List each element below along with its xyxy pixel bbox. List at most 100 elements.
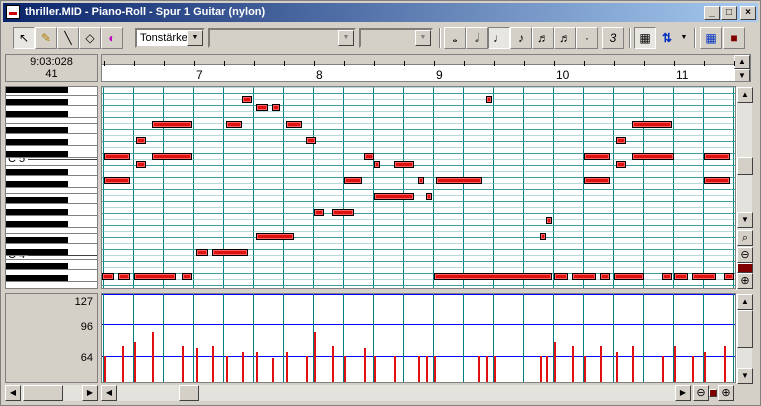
midi-note[interactable] — [314, 209, 324, 216]
midi-note[interactable] — [256, 104, 268, 111]
scroll-up-icon[interactable]: ▲ — [737, 294, 753, 310]
midi-note[interactable] — [152, 121, 192, 128]
midi-note[interactable] — [306, 137, 316, 144]
midi-note[interactable] — [692, 273, 716, 280]
select-tool-button[interactable]: ↖ — [13, 27, 35, 49]
midi-note[interactable] — [394, 161, 414, 168]
velocity-bar[interactable] — [332, 346, 334, 382]
midi-note[interactable] — [704, 153, 730, 160]
velocity-bar[interactable] — [724, 346, 726, 382]
scroll-thumb[interactable] — [23, 385, 63, 401]
zoom-in-icon[interactable]: ⊕ — [737, 273, 753, 289]
speaker-tool-button[interactable]: ◐ — [101, 27, 123, 49]
whole-note-button[interactable]: 𝅝 — [444, 27, 466, 49]
midi-note[interactable] — [182, 273, 192, 280]
velocity-bar[interactable] — [242, 352, 244, 382]
midi-note[interactable] — [674, 273, 688, 280]
midi-note[interactable] — [632, 153, 674, 160]
midi-note[interactable] — [572, 273, 596, 280]
record-button[interactable]: ■ — [723, 27, 745, 49]
velocity-bar[interactable] — [674, 346, 676, 382]
velocity-bar[interactable] — [418, 356, 420, 382]
velocity-bar[interactable] — [632, 346, 634, 382]
roll-vertical-scrollbar[interactable]: ▲ ▼ ⌕ ⊖ ⊕ — [736, 87, 753, 290]
scroll-up-icon[interactable]: ▲ — [734, 55, 750, 69]
scroll-thumb[interactable] — [737, 157, 753, 175]
color-swatch-icon[interactable] — [709, 389, 717, 397]
midi-note[interactable] — [104, 153, 130, 160]
midi-note[interactable] — [540, 233, 546, 240]
velocity-bar[interactable] — [314, 332, 316, 382]
zoom-icon[interactable]: ⌕ — [737, 230, 753, 246]
velocity-bar[interactable] — [182, 346, 184, 382]
snap-button[interactable]: ⇅ — [656, 27, 678, 49]
velocity-bar[interactable] — [616, 352, 618, 382]
midi-note[interactable] — [364, 153, 374, 160]
midi-note[interactable] — [332, 209, 354, 216]
velocity-bar[interactable] — [426, 356, 428, 382]
midi-note[interactable] — [196, 249, 208, 256]
minimize-button[interactable]: _ — [704, 6, 720, 20]
velocity-bar[interactable] — [134, 342, 136, 382]
velocity-bar[interactable] — [584, 356, 586, 382]
pencil-tool-button[interactable]: ✎ — [35, 27, 57, 49]
midi-note[interactable] — [152, 153, 192, 160]
velocity-bar[interactable] — [374, 356, 376, 382]
velocity-vertical-scrollbar[interactable]: ▲ ▼ — [736, 294, 753, 384]
velocity-bar[interactable] — [692, 356, 694, 382]
title-bar[interactable]: thriller.MID - Piano-Roll - Spur 1 Guita… — [3, 3, 758, 22]
velocity-bar[interactable] — [394, 356, 396, 382]
scroll-right-icon[interactable]: ▶ — [82, 385, 98, 401]
line-tool-button[interactable]: ╲ — [57, 27, 79, 49]
half-note-button[interactable]: 𝅗𝅥 — [466, 27, 488, 49]
color-swatch-icon[interactable] — [737, 263, 753, 273]
midi-note[interactable] — [242, 96, 252, 103]
grid-button[interactable]: ▦ — [634, 27, 656, 49]
velocity-bar[interactable] — [196, 348, 198, 382]
piano-keyboard[interactable]: C 5 C 4 — [5, 86, 98, 289]
scroll-left-icon[interactable]: ◀ — [5, 385, 21, 401]
midi-note[interactable] — [436, 177, 482, 184]
midi-note[interactable] — [554, 273, 568, 280]
midi-note[interactable] — [600, 273, 610, 280]
horizontal-scrollbar[interactable]: ◀ ▶ — [101, 385, 691, 401]
midi-note[interactable] — [226, 121, 242, 128]
scroll-right-icon[interactable]: ▶ — [675, 385, 691, 401]
app-icon[interactable] — [6, 5, 20, 19]
velocity-bar[interactable] — [306, 356, 308, 382]
midi-note[interactable] — [704, 177, 730, 184]
scroll-left-icon[interactable]: ◀ — [101, 385, 117, 401]
snap-dropdown-button[interactable]: ▼ — [678, 27, 690, 49]
velocity-bar[interactable] — [554, 342, 556, 382]
quarter-note-button[interactable]: ♩ — [488, 27, 510, 49]
velocity-bar[interactable] — [286, 352, 288, 382]
controller-select[interactable]: Tonstärke ▼ — [135, 28, 205, 48]
midi-note[interactable] — [546, 217, 552, 224]
note-grid[interactable] — [101, 86, 736, 289]
velocity-bar[interactable] — [572, 346, 574, 382]
ruler-scrollbar[interactable]: ▲ ▼ — [734, 55, 750, 81]
black-key[interactable] — [6, 87, 68, 93]
midi-note[interactable] — [136, 161, 146, 168]
midi-note[interactable] — [102, 273, 114, 280]
velocity-bar[interactable] — [662, 356, 664, 382]
midi-note[interactable] — [212, 249, 248, 256]
midi-note[interactable] — [434, 273, 552, 280]
velocity-bar[interactable] — [344, 356, 346, 382]
scroll-thumb[interactable] — [737, 310, 753, 348]
zoom-in-icon[interactable]: ⊕ — [718, 385, 734, 401]
midi-note[interactable] — [374, 161, 380, 168]
midi-note[interactable] — [486, 96, 492, 103]
scroll-down-icon[interactable]: ▼ — [734, 69, 750, 81]
eighth-note-button[interactable]: ♪ — [510, 27, 532, 49]
velocity-bar[interactable] — [600, 346, 602, 382]
combo-2[interactable]: ▼ — [208, 28, 356, 48]
scroll-thumb[interactable] — [179, 385, 199, 401]
velocity-bar[interactable] — [546, 356, 548, 382]
triplet-button[interactable]: 3 — [602, 27, 624, 49]
maximize-button[interactable]: □ — [721, 6, 737, 20]
scroll-down-icon[interactable]: ▼ — [737, 368, 753, 384]
measure-ruler[interactable]: 7 8 9 10 11 ▲ ▼ — [101, 54, 751, 82]
velocity-bar[interactable] — [704, 352, 706, 382]
midi-note[interactable] — [134, 273, 176, 280]
